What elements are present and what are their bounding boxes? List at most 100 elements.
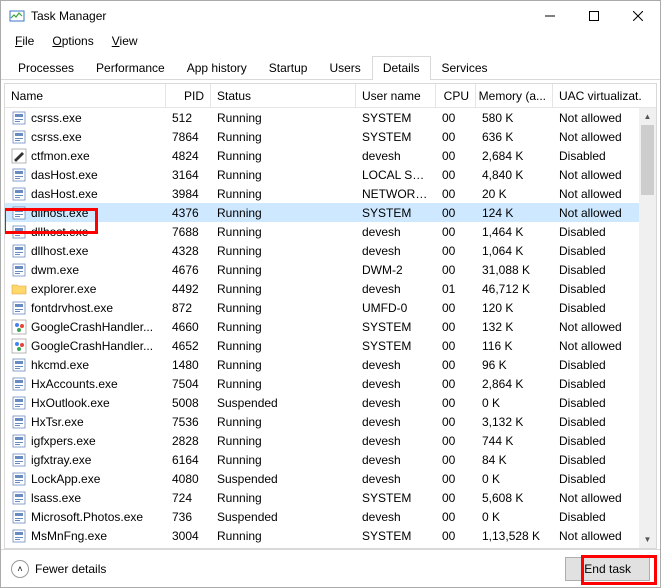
process-status: Running xyxy=(211,225,356,239)
vertical-scrollbar[interactable]: ▲ ▼ xyxy=(639,108,656,548)
table-row[interactable]: ctfmon.exe4824Runningdevesh002,684 KDisa… xyxy=(5,146,656,165)
tab-details[interactable]: Details xyxy=(372,56,431,80)
process-icon xyxy=(11,471,27,487)
process-icon xyxy=(11,129,27,145)
process-memory: 120 K xyxy=(476,301,553,315)
process-memory: 1,064 K xyxy=(476,244,553,258)
process-memory: 2,864 K xyxy=(476,377,553,391)
table-row[interactable]: hkcmd.exe1480Runningdevesh0096 KDisabled xyxy=(5,355,656,374)
table-row[interactable]: HxOutlook.exe5008Suspendeddevesh000 KDis… xyxy=(5,393,656,412)
header-name[interactable]: Name xyxy=(5,84,166,107)
table-row[interactable]: explorer.exe4492Runningdevesh0146,712 KD… xyxy=(5,279,656,298)
menu-file[interactable]: File xyxy=(7,32,42,50)
process-pid: 7688 xyxy=(166,225,211,239)
process-cpu: 00 xyxy=(436,510,476,524)
menu-view[interactable]: View xyxy=(104,32,146,50)
menu-options[interactable]: Options xyxy=(44,32,101,50)
menubar: File Options View xyxy=(1,31,660,51)
table-row[interactable]: igfxpers.exe2828Runningdevesh00744 KDisa… xyxy=(5,431,656,450)
process-user: SYSTEM xyxy=(356,320,436,334)
process-pid: 2828 xyxy=(166,434,211,448)
process-memory: 0 K xyxy=(476,510,553,524)
tab-performance[interactable]: Performance xyxy=(85,56,176,80)
window-title: Task Manager xyxy=(31,9,528,23)
table-row[interactable]: Microsoft.Photos.exe736Suspendeddevesh00… xyxy=(5,507,656,526)
table-row[interactable]: LockApp.exe4080Suspendeddevesh000 KDisab… xyxy=(5,469,656,488)
header-status[interactable]: Status xyxy=(211,84,356,107)
process-icon xyxy=(11,186,27,202)
column-headers: Name PID Status User name CPU Memory (a.… xyxy=(5,84,656,108)
process-user: SYSTEM xyxy=(356,111,436,125)
header-uac[interactable]: UAC virtualizat... xyxy=(553,84,641,107)
table-row[interactable]: GoogleCrashHandler...4652RunningSYSTEM00… xyxy=(5,336,656,355)
process-memory: 0 K xyxy=(476,472,553,486)
process-name: igfxtray.exe xyxy=(31,453,91,467)
process-icon xyxy=(11,395,27,411)
process-icon xyxy=(11,110,27,126)
process-status: Running xyxy=(211,111,356,125)
table-row[interactable]: MsMnFng.exe3004RunningSYSTEM001,13,528 K… xyxy=(5,526,656,545)
process-user: SYSTEM xyxy=(356,339,436,353)
tab-services[interactable]: Services xyxy=(431,56,499,80)
process-cpu: 00 xyxy=(436,320,476,334)
maximize-button[interactable] xyxy=(572,1,616,31)
scroll-track[interactable] xyxy=(639,125,656,531)
process-name: GoogleCrashHandler... xyxy=(31,339,153,353)
table-row[interactable]: GoogleCrashHandler...4660RunningSYSTEM00… xyxy=(5,317,656,336)
scroll-down-button[interactable]: ▼ xyxy=(639,531,656,548)
table-row[interactable]: lsass.exe724RunningSYSTEM005,608 KNot al… xyxy=(5,488,656,507)
process-uac: Disabled xyxy=(553,263,641,277)
table-row[interactable]: dllhost.exe7688Runningdevesh001,464 KDis… xyxy=(5,222,656,241)
end-task-button[interactable]: End task xyxy=(565,557,650,581)
process-pid: 4660 xyxy=(166,320,211,334)
process-memory: 116 K xyxy=(476,339,553,353)
process-icon xyxy=(11,509,27,525)
table-row[interactable]: dllhost.exe4376RunningSYSTEM00124 KNot a… xyxy=(5,203,656,222)
process-pid: 736 xyxy=(166,510,211,524)
process-status: Suspended xyxy=(211,510,356,524)
table-row[interactable]: csrss.exe512RunningSYSTEM00580 KNot allo… xyxy=(5,108,656,127)
header-cpu[interactable]: CPU xyxy=(436,84,476,107)
process-status: Running xyxy=(211,149,356,163)
fewer-details-button[interactable]: ˄ Fewer details xyxy=(11,560,106,578)
process-memory: 2,684 K xyxy=(476,149,553,163)
header-username[interactable]: User name xyxy=(356,84,436,107)
header-memory[interactable]: Memory (a... xyxy=(476,84,553,107)
process-status: Running xyxy=(211,529,356,543)
process-memory: 1,464 K xyxy=(476,225,553,239)
table-row[interactable]: igfxtray.exe6164Runningdevesh0084 KDisab… xyxy=(5,450,656,469)
tab-app-history[interactable]: App history xyxy=(176,56,258,80)
table-row[interactable]: fontdrvhost.exe872RunningUMFD-000120 KDi… xyxy=(5,298,656,317)
scroll-up-button[interactable]: ▲ xyxy=(639,108,656,125)
table-row[interactable]: dasHost.exe3164RunningLOCAL SE...004,840… xyxy=(5,165,656,184)
process-name: dasHost.exe xyxy=(31,168,98,182)
table-row[interactable]: HxAccounts.exe7504Runningdevesh002,864 K… xyxy=(5,374,656,393)
tab-processes[interactable]: Processes xyxy=(7,56,85,80)
process-memory: 84 K xyxy=(476,453,553,467)
tab-startup[interactable]: Startup xyxy=(258,56,319,80)
process-icon xyxy=(11,338,27,354)
process-memory: 46,712 K xyxy=(476,282,553,296)
close-button[interactable] xyxy=(616,1,660,31)
process-status: Running xyxy=(211,377,356,391)
table-row[interactable]: dasHost.exe3984RunningNETWORK...0020 KNo… xyxy=(5,184,656,203)
header-pid[interactable]: PID xyxy=(166,84,211,107)
process-pid: 512 xyxy=(166,111,211,125)
process-status: Running xyxy=(211,187,356,201)
table-row[interactable]: csrss.exe7864RunningSYSTEM00636 KNot all… xyxy=(5,127,656,146)
process-pid: 4080 xyxy=(166,472,211,486)
process-pid: 3004 xyxy=(166,529,211,543)
table-row[interactable]: dllhost.exe4328Runningdevesh001,064 KDis… xyxy=(5,241,656,260)
scroll-thumb[interactable] xyxy=(641,125,654,195)
table-row[interactable]: HxTsr.exe7536Runningdevesh003,132 KDisab… xyxy=(5,412,656,431)
minimize-button[interactable] xyxy=(528,1,572,31)
process-pid: 4328 xyxy=(166,244,211,258)
process-name: dllhost.exe xyxy=(31,225,88,239)
process-uac: Not allowed xyxy=(553,206,641,220)
process-icon xyxy=(11,224,27,240)
tab-users[interactable]: Users xyxy=(318,56,371,80)
process-uac: Disabled xyxy=(553,510,641,524)
process-uac: Disabled xyxy=(553,453,641,467)
table-row[interactable]: dwm.exe4676RunningDWM-20031,088 KDisable… xyxy=(5,260,656,279)
process-user: devesh xyxy=(356,453,436,467)
